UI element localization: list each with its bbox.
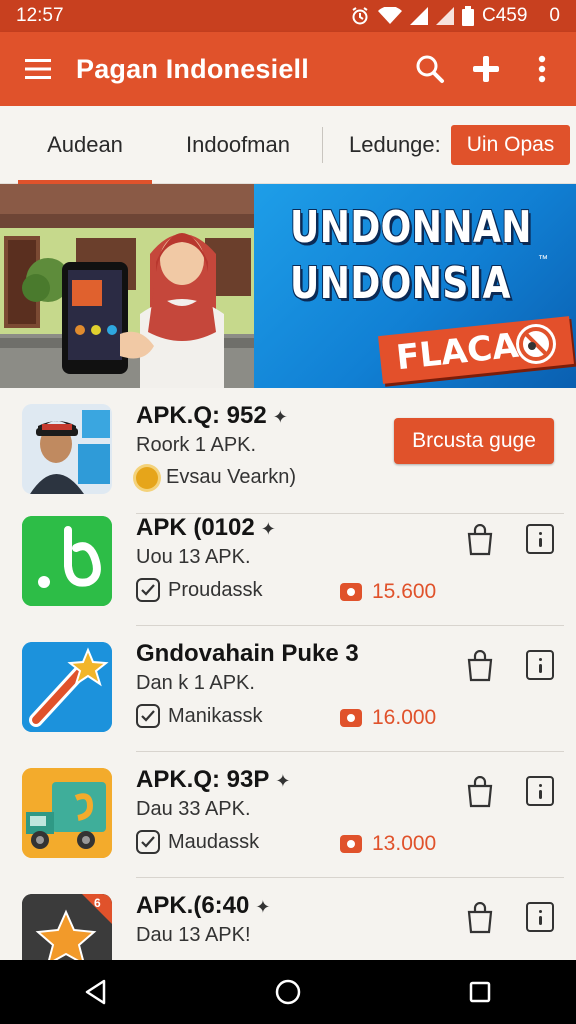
app-meta: Proudassk: [136, 578, 263, 602]
price-text: 15.600: [372, 580, 437, 603]
add-button[interactable]: [458, 32, 514, 106]
overflow-menu-button[interactable]: [514, 32, 570, 106]
app-meta-text: Evsau Vearkn): [166, 466, 297, 488]
truck-app-icon: [22, 768, 112, 858]
app-subtitle: Dau 33 APK.: [136, 798, 251, 820]
price: 16.000: [340, 706, 436, 730]
list-item[interactable]: APK.Q: 952 ✦ Roork 1 APK. Evsau Vearkn) B…: [0, 388, 576, 514]
banner-photo: [0, 184, 254, 388]
green-b-app-icon: [22, 516, 112, 606]
banner-tm: ™: [538, 254, 548, 265]
price-icon: [340, 709, 362, 727]
price-icon: [340, 583, 362, 601]
add-icon: [473, 56, 499, 82]
info-icon[interactable]: [526, 902, 554, 932]
sparkle-icon: ✦: [272, 407, 288, 427]
tab-bar: Audean Indoofman Ledunge: Uin Opas: [0, 106, 576, 184]
price: 13.000: [340, 832, 436, 856]
price-text: 16.000: [372, 706, 437, 729]
status-extra: 0: [549, 5, 560, 26]
list-item[interactable]: Gndovahain Puke 3 Dan k 1 APK. Manikassk…: [0, 626, 576, 752]
recents-button[interactable]: [440, 960, 520, 1024]
person-photo-icon: [22, 404, 112, 494]
app-subtitle: Dan k 1 APK.: [136, 672, 255, 694]
sparkle-icon: ✦: [255, 897, 271, 917]
tab-audean[interactable]: Audean: [18, 106, 152, 184]
banner-line-1: UNDONNAN: [290, 202, 532, 253]
check-icon: [136, 704, 160, 728]
app-meta-text: Maudassk: [168, 830, 260, 853]
shopping-bag-icon[interactable]: [466, 902, 494, 934]
app-bar: Pagan Indonesiell: [0, 32, 576, 106]
star-app-icon: 6: [22, 894, 112, 960]
app-badge: 6: [94, 896, 101, 910]
app-subtitle: Roork 1 APK.: [136, 434, 257, 456]
app-subtitle: Uou 13 APK.: [136, 546, 251, 568]
app-title: Pagan Indonesiell: [76, 53, 309, 84]
filter-label: Ledunge:: [349, 131, 441, 157]
promo-banner[interactable]: UNDONNAN UNDONSIA ™ FLACA: [0, 184, 576, 388]
banner-line-2: UNDONSIA: [290, 258, 511, 309]
app-meta: Manikassk: [136, 704, 262, 728]
wifi-icon: [378, 7, 402, 24]
app-name-text: APK.(6:40: [136, 892, 250, 919]
shopping-bag-icon[interactable]: [466, 650, 494, 682]
list-item[interactable]: APK.Q: 93P ✦ Dau 33 APK. Maudassk 13.000: [0, 752, 576, 878]
recents-icon: [469, 981, 491, 1003]
list-item[interactable]: APK (0102 ✦ Uou 13 APK. Proudassk 15.600: [0, 500, 576, 626]
app-list: APK.Q: 952 ✦ Roork 1 APK. Evsau Vearkn) B…: [0, 388, 576, 960]
list-item[interactable]: 6 APK.(6:40 ✦ Dau 13 APK!: [0, 878, 576, 960]
check-icon: [136, 578, 160, 602]
menu-button[interactable]: [0, 32, 76, 106]
sparkle-icon: ✦: [260, 519, 276, 539]
shopping-bag-icon[interactable]: [466, 776, 494, 808]
price-text: 13.000: [372, 832, 437, 855]
app-name: APK.(6:40 ✦: [136, 892, 270, 920]
filter-button[interactable]: Uin Opas: [450, 124, 571, 165]
cta-button[interactable]: Brcusta guge: [394, 418, 554, 464]
alarm-icon: [352, 7, 368, 25]
back-button[interactable]: [56, 960, 136, 1024]
wand-app-icon: [22, 642, 112, 732]
home-icon: [275, 979, 301, 1005]
search-icon: [416, 55, 444, 83]
app-name: APK.Q: 952 ✦: [136, 402, 288, 430]
app-name: Gndovahain Puke 3: [136, 640, 359, 667]
sparkle-icon: ✦: [275, 771, 291, 791]
battery-icon: [462, 6, 474, 26]
battery-text: C459: [482, 5, 528, 26]
app-meta: Evsau Vearkn): [136, 466, 296, 489]
info-icon[interactable]: [526, 776, 554, 806]
info-icon[interactable]: [526, 650, 554, 680]
search-button[interactable]: [402, 32, 458, 106]
system-nav-bar: [0, 960, 576, 1024]
tab-indoofman[interactable]: Indoofman: [164, 106, 312, 184]
more-vert-icon: [538, 55, 546, 83]
app-name-text: APK.Q: 93P: [136, 766, 270, 793]
app-meta-text: Manikassk: [168, 704, 263, 727]
status-time: 12:57: [16, 5, 64, 26]
app-name-text: APK.Q: 952: [136, 402, 267, 429]
home-button[interactable]: [248, 960, 328, 1024]
price-icon: [340, 835, 362, 853]
no-entry-icon: [516, 324, 556, 364]
price: 15.600: [340, 580, 436, 604]
app-subtitle: Dau 13 APK!: [136, 924, 251, 946]
status-bar: 12:57 C459 0: [0, 0, 576, 32]
app-name: APK (0102 ✦: [136, 514, 276, 542]
menu-icon: [25, 59, 51, 79]
signal-icon: [436, 7, 454, 25]
info-icon[interactable]: [526, 524, 554, 554]
back-icon: [85, 979, 106, 1005]
app-name-text: APK (0102: [136, 514, 255, 541]
app-meta-text: Proudassk: [168, 578, 263, 601]
tab-divider: [322, 126, 323, 163]
check-icon: [136, 830, 160, 854]
sun-icon: [136, 466, 158, 489]
signal-icon: [410, 7, 428, 25]
shopping-bag-icon[interactable]: [466, 524, 494, 556]
app-meta: Maudassk: [136, 830, 259, 854]
app-name: APK.Q: 93P ✦: [136, 766, 290, 794]
banner-ad: UNDONNAN UNDONSIA ™ FLACA: [254, 184, 576, 388]
